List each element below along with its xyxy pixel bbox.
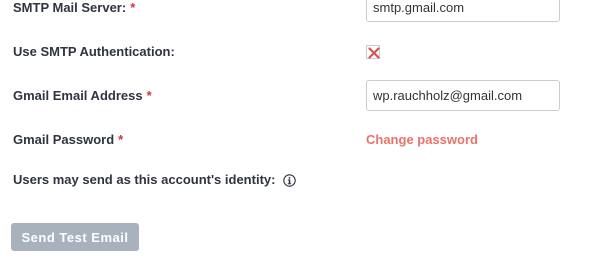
change-password-link[interactable]: Change password xyxy=(366,132,478,148)
smtp-auth-checkbox[interactable] xyxy=(366,45,380,59)
gmail-address-input[interactable] xyxy=(366,80,560,111)
smtp-auth-label: Use SMTP Authentication: xyxy=(13,44,175,59)
info-icon[interactable] xyxy=(283,174,297,187)
send-as-identity-label: Users may send as this account's identit… xyxy=(13,172,297,188)
smtp-server-label: SMTP Mail Server: * xyxy=(13,0,136,15)
checked-x-icon xyxy=(368,47,380,59)
send-test-email-button[interactable]: Send Test Email xyxy=(11,223,139,251)
smtp-server-input[interactable] xyxy=(366,0,560,22)
required-mark: * xyxy=(130,0,136,15)
required-mark: * xyxy=(118,132,124,147)
gmail-password-label: Gmail Password * xyxy=(13,132,124,147)
gmail-address-label: Gmail Email Address * xyxy=(13,88,152,103)
required-mark: * xyxy=(146,88,152,103)
